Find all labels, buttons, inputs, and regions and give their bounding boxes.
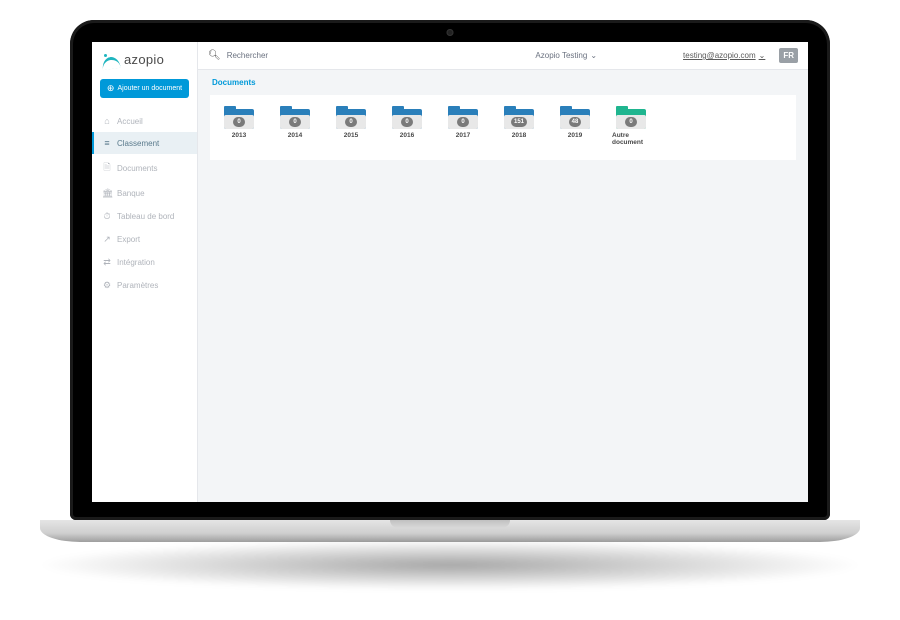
sidebar-item-label: Tableau de bord <box>117 212 174 221</box>
folder-icon: 0 <box>392 109 422 129</box>
language-badge[interactable]: FR <box>779 48 798 63</box>
folder-label: Autre document <box>612 132 650 146</box>
folder-icon: 0 <box>616 109 646 129</box>
folder-autre-document[interactable]: 0 Autre document <box>612 109 650 146</box>
sidebar-item-documents[interactable]: 🗎 Documents <box>92 154 197 182</box>
folder-2013[interactable]: 0 2013 <box>220 109 258 146</box>
file-icon: 🗎 <box>102 160 112 176</box>
folder-count-badge: 151 <box>511 117 527 127</box>
export-icon: ↗ <box>102 234 112 245</box>
sidebar-item-label: Paramètres <box>117 281 158 290</box>
folder-label: 2015 <box>344 132 358 139</box>
chevron-down-icon: ⌄ <box>759 51 766 60</box>
laptop-mockup: azopio ⊕ Ajouter un document ⌂ Accueil ≡ Cl… <box>70 20 830 542</box>
add-document-label: Ajouter un document <box>117 85 182 92</box>
folder-icon: 0 <box>224 109 254 129</box>
add-document-button[interactable]: ⊕ Ajouter un document <box>100 79 189 98</box>
user-menu[interactable]: testing@azopio.com ⌄ <box>683 51 765 60</box>
search-icon[interactable]: 🔍︎ <box>208 50 221 61</box>
folder-icon: 0 <box>280 109 310 129</box>
sidebar-item-classement[interactable]: ≡ Classement <box>92 132 197 154</box>
sidebar-item-label: Intégration <box>117 258 155 267</box>
folder-icon: 48 <box>560 109 590 129</box>
sidebar-item-export[interactable]: ↗ Export <box>92 228 197 251</box>
folder-label: 2018 <box>512 132 526 139</box>
folder-count-badge: 0 <box>457 117 469 127</box>
topbar: 🔍︎ Azopio Testing ⌄ testing@azopio.com ⌄ <box>198 42 808 70</box>
sidebar-item-label: Documents <box>117 164 157 173</box>
camera-dot <box>447 29 454 36</box>
folder-label: 2019 <box>568 132 582 139</box>
breadcrumb[interactable]: Documents <box>198 70 808 91</box>
sidebar-item-tableau-de-bord[interactable]: ⏱ Tableau de bord <box>92 205 197 228</box>
folder-count-badge: 0 <box>401 117 413 127</box>
sidebar-item-banque[interactable]: 🏛 Banque <box>92 182 197 205</box>
gear-icon: ⚙ <box>102 280 112 291</box>
sidebar: azopio ⊕ Ajouter un document ⌂ Accueil ≡ Cl… <box>92 42 198 502</box>
folder-count-badge: 48 <box>569 117 582 127</box>
folder-2017[interactable]: 0 2017 <box>444 109 482 146</box>
sidebar-item-label: Classement <box>117 139 159 148</box>
logo-text: azopio <box>124 52 164 67</box>
sidebar-item-accueil[interactable]: ⌂ Accueil <box>92 110 197 132</box>
folder-count-badge: 0 <box>625 117 637 127</box>
sidebar-item-intégration[interactable]: ⇄ Intégration <box>92 251 197 274</box>
folder-count-badge: 0 <box>233 117 245 127</box>
link-icon: ⇄ <box>102 257 112 268</box>
folder-label: 2013 <box>232 132 246 139</box>
sidebar-item-label: Banque <box>117 189 145 198</box>
folder-2015[interactable]: 0 2015 <box>332 109 370 146</box>
chevron-down-icon: ⌄ <box>590 51 597 60</box>
folder-count-badge: 0 <box>289 117 301 127</box>
main: 🔍︎ Azopio Testing ⌄ testing@azopio.com ⌄ <box>198 42 808 502</box>
gauge-icon: ⏱ <box>102 211 112 222</box>
folder-2018[interactable]: 151 2018 <box>500 109 538 146</box>
folder-2016[interactable]: 0 2016 <box>388 109 426 146</box>
folder-label: 2016 <box>400 132 414 139</box>
laptop-shadow <box>35 540 865 590</box>
logo: azopio <box>92 42 197 75</box>
logo-icon <box>102 54 120 65</box>
sidebar-item-paramètres[interactable]: ⚙ Paramètres <box>92 274 197 297</box>
list-icon: ≡ <box>102 138 112 148</box>
folder-label: 2017 <box>456 132 470 139</box>
folder-icon: 151 <box>504 109 534 129</box>
folder-count-badge: 0 <box>345 117 357 127</box>
folder-icon: 0 <box>336 109 366 129</box>
folder-2014[interactable]: 0 2014 <box>276 109 314 146</box>
account-switcher[interactable]: Azopio Testing ⌄ <box>535 51 597 60</box>
plus-icon: ⊕ <box>107 84 115 93</box>
folder-label: 2014 <box>288 132 302 139</box>
folder-icon: 0 <box>448 109 478 129</box>
search-input[interactable] <box>227 51 387 60</box>
nav: ⌂ Accueil ≡ Classement 🗎 Documents 🏛 Banque ⏱ Tab… <box>92 106 197 297</box>
user-email-label: testing@azopio.com <box>683 51 756 60</box>
screen-bezel: azopio ⊕ Ajouter un document ⌂ Accueil ≡ Cl… <box>70 20 830 520</box>
folder-grid: 0 2013 0 2014 0 2015 0 2016 0 2017 151 2018 48 2019 0 A… <box>210 95 796 160</box>
laptop-base <box>40 520 860 542</box>
account-name: Azopio Testing <box>535 51 587 60</box>
bank-icon: 🏛 <box>102 188 112 199</box>
sidebar-item-label: Accueil <box>117 117 143 126</box>
home-icon: ⌂ <box>102 116 112 126</box>
app-viewport: azopio ⊕ Ajouter un document ⌂ Accueil ≡ Cl… <box>92 42 808 502</box>
folder-2019[interactable]: 48 2019 <box>556 109 594 146</box>
sidebar-item-label: Export <box>117 235 140 244</box>
